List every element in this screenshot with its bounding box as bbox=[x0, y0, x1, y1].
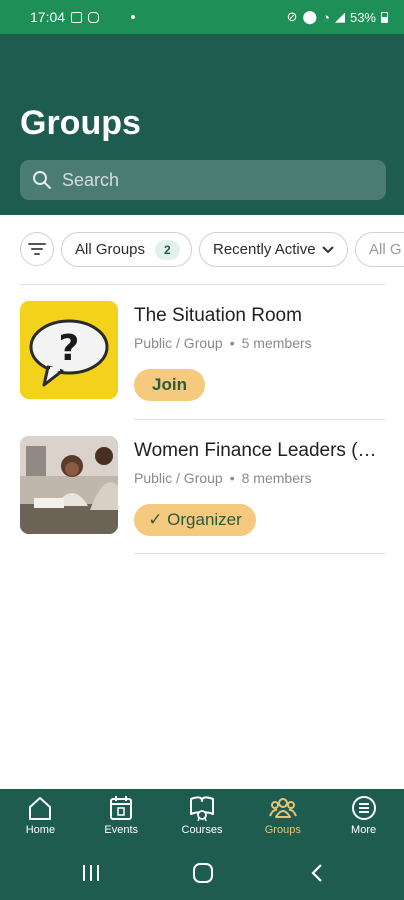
bottom-nav: Home Events Courses Groups More bbox=[0, 789, 404, 848]
signal-icon: ◢ bbox=[334, 9, 345, 24]
group-type: Public / Group bbox=[134, 335, 223, 351]
nav-label: Groups bbox=[264, 824, 301, 836]
search-input[interactable] bbox=[62, 169, 362, 191]
filter-row: All Groups 2 Recently Active All G bbox=[20, 232, 404, 268]
group-name[interactable]: Women Finance Leaders (W... bbox=[134, 440, 385, 462]
organizer-button[interactable]: ✓ Organizer bbox=[134, 504, 256, 536]
meta-separator: • bbox=[229, 470, 235, 486]
divider bbox=[20, 284, 385, 285]
chip-all-group-types[interactable]: All G bbox=[355, 232, 404, 267]
nav-groups[interactable]: Groups bbox=[242, 789, 323, 848]
member-count: 8 members bbox=[241, 470, 312, 486]
more-icon bbox=[351, 796, 376, 820]
recent-apps-icon[interactable] bbox=[80, 862, 102, 884]
member-count: 5 members bbox=[241, 335, 312, 351]
battery-level: 53% bbox=[349, 9, 376, 25]
groups-icon bbox=[268, 798, 297, 818]
back-icon[interactable] bbox=[306, 862, 328, 884]
chip-label: All Groups bbox=[75, 241, 146, 258]
courses-icon bbox=[189, 796, 214, 821]
status-bar: 17:04 ⊘ ⬤ ◔ ◢ 53% bbox=[0, 0, 404, 34]
count-badge: 2 bbox=[155, 239, 180, 260]
header: Groups bbox=[0, 34, 404, 215]
nav-home[interactable]: Home bbox=[0, 789, 81, 848]
group-type: Public / Group bbox=[134, 470, 223, 486]
nav-label: Home bbox=[25, 824, 56, 836]
instagram-notification-icon bbox=[88, 11, 100, 23]
divider bbox=[134, 419, 385, 420]
filter-icon bbox=[28, 243, 46, 255]
gallery-notification-icon bbox=[71, 11, 83, 23]
home-button-icon[interactable] bbox=[192, 862, 214, 884]
group-meta: Public / Group • 8 members bbox=[134, 470, 312, 486]
calendar-icon bbox=[110, 796, 133, 820]
meta-separator: • bbox=[229, 335, 235, 351]
nav-events[interactable]: Events bbox=[81, 789, 162, 848]
nav-label: Courses bbox=[181, 824, 223, 836]
battery-icon bbox=[381, 11, 388, 23]
status-time: 17:04 bbox=[30, 9, 66, 25]
system-nav-bar bbox=[0, 848, 404, 900]
divider bbox=[134, 553, 385, 554]
notification-dot-icon bbox=[131, 15, 136, 19]
group-item[interactable]: ? The Situation Room Public / Group • 5 me… bbox=[20, 301, 385, 411]
chip-all-groups[interactable]: All Groups 2 bbox=[61, 232, 192, 267]
filter-button[interactable] bbox=[20, 232, 54, 266]
chip-label: All G bbox=[369, 241, 402, 258]
nav-label: Events bbox=[104, 824, 139, 836]
search-bar[interactable] bbox=[20, 160, 386, 200]
join-button[interactable]: Join bbox=[134, 369, 205, 401]
chip-recently-active[interactable]: Recently Active bbox=[199, 232, 348, 267]
nav-courses[interactable]: Courses bbox=[162, 789, 243, 848]
group-name[interactable]: The Situation Room bbox=[134, 305, 385, 327]
chip-label: Recently Active bbox=[213, 241, 316, 258]
location-icon: ⬤ bbox=[302, 9, 318, 24]
nav-more[interactable]: More bbox=[323, 789, 404, 848]
svg-text:?: ? bbox=[59, 328, 80, 369]
chevron-down-icon bbox=[321, 245, 334, 253]
home-icon bbox=[29, 797, 52, 820]
page-title: Groups bbox=[20, 104, 141, 142]
group-image-meeting-photo bbox=[20, 436, 118, 534]
wifi-icon: ◔ bbox=[322, 9, 330, 25]
search-icon bbox=[33, 171, 51, 189]
mute-icon: ⊘ bbox=[286, 9, 298, 24]
group-image-speech-bubble: ? bbox=[20, 301, 118, 399]
nav-label: More bbox=[351, 824, 377, 836]
group-item[interactable]: Women Finance Leaders (W... Public / Gro… bbox=[20, 436, 385, 546]
group-meta: Public / Group • 5 members bbox=[134, 335, 312, 351]
